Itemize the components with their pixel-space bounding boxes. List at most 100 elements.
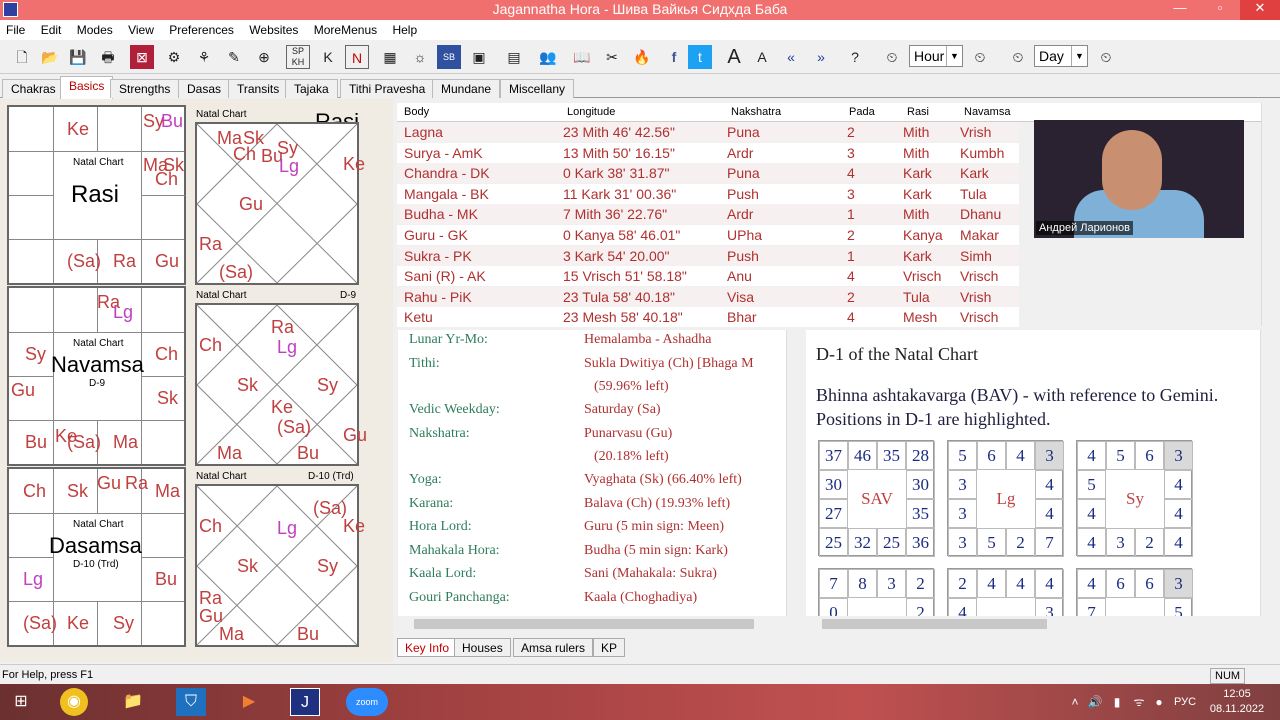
- bav-hscrollbar[interactable]: [806, 616, 1260, 632]
- navamsa-south-chart[interactable]: Ra Lg Sy Ch Gu Sk Bu Ke (Sa) Ma Natal Chart Na…: [7, 286, 186, 466]
- mic-icon[interactable]: ●: [1144, 688, 1174, 716]
- bav-cell: 4: [1006, 441, 1035, 470]
- sun-icon[interactable]: ☼: [408, 45, 432, 69]
- hour-combo[interactable]: Hour ▼: [909, 45, 963, 67]
- day-combo[interactable]: Day ▼: [1034, 45, 1088, 67]
- tab-amsa-rulers[interactable]: Amsa rulers: [513, 638, 594, 657]
- jhora-taskbar-icon[interactable]: J: [290, 688, 320, 716]
- dasamsa-south-chart[interactable]: Ch Sk Gu Ra Ma Lg Bu (Sa) Ke Sy Natal Chart Das…: [7, 467, 186, 647]
- maximize-button[interactable]: ▫: [1200, 0, 1240, 20]
- font-smaller-icon[interactable]: A: [750, 45, 774, 69]
- people-icon[interactable]: 👥: [536, 45, 560, 69]
- rasi-south-chart[interactable]: Ke Sy Bu Ma Sk Ch (Sa) Ra Gu Natal Chart…: [7, 105, 186, 285]
- table-row[interactable]: Guru - GK 0 Kanya 58' 46.01" UPha 2 Kanya Mak…: [397, 225, 1019, 245]
- chart-style-icon[interactable]: ⊠: [130, 45, 154, 69]
- tab-key-info[interactable]: Key Info: [397, 638, 458, 657]
- new-file-icon[interactable]: 🗋: [10, 45, 34, 69]
- back-icon[interactable]: «: [779, 45, 803, 69]
- menu-help[interactable]: Help: [386, 20, 423, 40]
- table-cell: Push: [727, 185, 759, 202]
- forward-icon[interactable]: »: [809, 45, 833, 69]
- bav-scrollbar[interactable]: [1260, 330, 1276, 616]
- twitter-icon[interactable]: t: [688, 45, 712, 69]
- clock-date[interactable]: 08.11.2022: [1208, 703, 1266, 715]
- table-row[interactable]: Sani (R) - AK 15 Vrisch 51' 58.18" Anu 4 Vri…: [397, 266, 1019, 287]
- col-pada[interactable]: Pada: [849, 106, 875, 118]
- save-icon[interactable]: 💾: [66, 45, 90, 69]
- keyinfo-hscrollbar[interactable]: [398, 616, 788, 632]
- grid-icon[interactable]: ▦: [378, 45, 402, 69]
- table-scrollbar[interactable]: [1261, 103, 1277, 326]
- col-nakshatra[interactable]: Nakshatra: [731, 106, 781, 118]
- tab-houses[interactable]: Houses: [454, 638, 511, 657]
- menu-websites[interactable]: Websites: [243, 20, 304, 40]
- sp-kh-icon[interactable]: SP KH: [286, 45, 310, 69]
- transit-icon[interactable]: ⚘: [192, 45, 216, 69]
- table-row[interactable]: Chandra - DK 0 Kark 38' 31.87" Puna 4 Kark Ka…: [397, 163, 1019, 184]
- clock-forward-icon[interactable]: ⏲: [968, 45, 992, 69]
- tab-tithi-pravesha[interactable]: Tithi Pravesha: [340, 79, 435, 98]
- k-icon[interactable]: K: [316, 45, 340, 69]
- tab-mundane[interactable]: Mundane: [432, 79, 501, 98]
- table-icon[interactable]: ▤: [502, 45, 526, 69]
- dasamsa-north-chart[interactable]: (Sa) Ke Ch Lg Sk Sy Ra Gu Ma Bu: [195, 484, 365, 647]
- close-button[interactable]: ✕: [1240, 0, 1280, 20]
- table-row[interactable]: Ketu 23 Mesh 58' 40.18" Bhar 4 Mesh Vrisch: [397, 307, 1019, 328]
- facebook-icon[interactable]: f: [662, 45, 686, 69]
- col-body[interactable]: Body: [404, 106, 429, 118]
- explorer-icon[interactable]: 📁: [118, 688, 148, 716]
- media-player-icon[interactable]: ▶: [234, 688, 264, 716]
- bav-cell: 2: [1006, 528, 1035, 557]
- col-rasi[interactable]: Rasi: [907, 106, 929, 118]
- minimize-button[interactable]: —: [1160, 0, 1200, 20]
- square-icon[interactable]: ▣: [467, 45, 491, 69]
- col-longitude[interactable]: Longitude: [567, 106, 615, 118]
- table-cell: Mesh: [903, 309, 938, 326]
- keyinfo-scrollbar[interactable]: [786, 330, 802, 616]
- table-row[interactable]: Mangala - BK 11 Kark 31' 00.36" Push 3 Kark T…: [397, 183, 1019, 204]
- tab-transits[interactable]: Transits: [228, 79, 289, 98]
- clock-back-icon[interactable]: ⏲: [880, 45, 904, 69]
- keyboard-language[interactable]: РУС: [1174, 696, 1196, 708]
- tab-strengths[interactable]: Strengths: [110, 79, 180, 98]
- tab-dasas[interactable]: Dasas: [178, 79, 231, 98]
- clock-time[interactable]: 12:05: [1212, 688, 1262, 700]
- day-back-icon[interactable]: ⏲: [1006, 45, 1030, 69]
- menu-modes[interactable]: Modes: [71, 20, 119, 40]
- print-icon[interactable]: 🖶: [96, 45, 120, 69]
- menu-edit[interactable]: Edit: [35, 20, 68, 40]
- edit-chart-icon[interactable]: ✎: [222, 45, 246, 69]
- tab-miscellany[interactable]: Miscellany: [500, 79, 575, 98]
- tab-kp[interactable]: KP: [593, 638, 626, 657]
- book-icon[interactable]: 📖: [570, 45, 594, 69]
- table-row[interactable]: Sukra - PK 3 Kark 54' 20.00" Push 1 Kark Simh: [397, 245, 1019, 266]
- menu-file[interactable]: File: [0, 20, 31, 40]
- rasi-north-chart[interactable]: Ma Sk Ch Bu Sy Lg Ke Gu Ra (Sa): [195, 122, 365, 285]
- menu-preferences[interactable]: Preferences: [163, 20, 240, 40]
- menu-moremenus[interactable]: MoreMenus: [308, 20, 383, 40]
- table-row[interactable]: Budha - MK 7 Mith 36' 22.76" Ardr 1 Mith Dhan…: [397, 204, 1019, 225]
- col-navamsa[interactable]: Navamsa: [964, 106, 1010, 118]
- fire-icon[interactable]: 🔥: [630, 45, 654, 69]
- zoom-icon[interactable]: zoom: [346, 688, 388, 716]
- table-row[interactable]: Lagna 23 Mith 46' 42.56" Puna 2 Mith Vrish: [397, 122, 1019, 142]
- font-larger-icon[interactable]: A: [722, 45, 746, 69]
- table-row[interactable]: Rahu - PiK 23 Tula 58' 40.18" Visa 2 Tula Vri…: [397, 286, 1019, 307]
- tools-icon[interactable]: ✂: [600, 45, 624, 69]
- day-forward-icon[interactable]: ⏲: [1094, 45, 1118, 69]
- tab-chakras[interactable]: Chakras: [2, 79, 65, 98]
- tab-tajaka[interactable]: Tajaka: [285, 79, 338, 98]
- n-icon[interactable]: N: [345, 45, 369, 69]
- sb-icon[interactable]: SB: [437, 45, 461, 69]
- tab-basics[interactable]: Basics: [60, 76, 114, 99]
- chrome-icon[interactable]: ◉: [60, 688, 88, 716]
- navamsa-north-chart[interactable]: Ra Lg Ch Sy Sk Ke (Sa) Ma Bu Gu: [195, 303, 367, 466]
- shield-app-icon[interactable]: ⛉: [176, 688, 206, 716]
- windows-start-icon[interactable]: ⊞: [6, 688, 36, 716]
- open-folder-icon[interactable]: 📂: [38, 45, 62, 69]
- help-icon[interactable]: ?: [843, 45, 867, 69]
- table-row[interactable]: Surya - AmK 13 Mith 50' 16.15" Ardr 3 Mith Ku…: [397, 142, 1019, 163]
- compass-icon[interactable]: ⊕: [252, 45, 276, 69]
- data-icon[interactable]: ⚙: [162, 45, 186, 69]
- menu-view[interactable]: View: [122, 20, 160, 40]
